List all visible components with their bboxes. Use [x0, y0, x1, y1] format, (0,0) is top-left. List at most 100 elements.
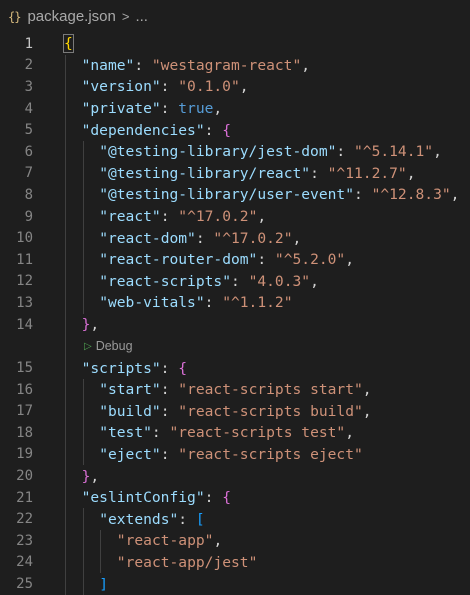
code-line[interactable]: 20},	[0, 465, 470, 487]
json-string: "4.0.3"	[248, 272, 311, 290]
line-number: 12	[16, 273, 33, 290]
code-line[interactable]: 24 "react-app/jest"	[0, 551, 470, 574]
debug-codelens[interactable]: ▷ Debug	[84, 339, 133, 353]
code-line[interactable]: 7 "@testing-library/react": "^11.2.7",	[0, 162, 470, 185]
indent-guide	[65, 140, 66, 163]
code-text: "version": "0.1.0",	[82, 78, 249, 95]
indent-guide	[65, 76, 66, 98]
code-text: "name": "westagram-react",	[82, 57, 310, 74]
punctuation: :	[151, 424, 170, 442]
code-line[interactable]: 19 "eject": "react-scripts eject"	[0, 443, 470, 466]
code-line[interactable]: 18 "test": "react-scripts test",	[0, 422, 470, 444]
punctuation: ,	[257, 208, 267, 226]
json-boolean: true	[178, 100, 214, 118]
line-number: 14	[16, 316, 33, 333]
code-line[interactable]: 25]	[0, 573, 470, 595]
code-line[interactable]: 4 "private": true,	[0, 97, 470, 120]
code-text: },	[82, 316, 100, 333]
indent-guide	[82, 227, 84, 249]
punctuation: ,	[301, 56, 311, 74]
json-key: "eslintConfig"	[81, 489, 205, 507]
code-line[interactable]: 17 "build": "react-scripts build",	[0, 400, 470, 423]
code-line[interactable]: 1{	[0, 33, 470, 55]
code-line[interactable]: 5 "dependencies": {	[0, 119, 470, 141]
json-string: "^11.2.7"	[327, 164, 407, 182]
indent-guide	[100, 551, 102, 574]
indent-guide	[82, 292, 84, 314]
line-number: 1	[24, 35, 33, 52]
code-line[interactable]: 8 "@testing-library/user-event": "^12.8.3…	[0, 184, 470, 206]
indent-guide	[65, 530, 66, 552]
punctuation: :	[204, 121, 223, 139]
json-string: "^1.1.2"	[222, 294, 293, 312]
line-number: 24	[16, 554, 33, 571]
code-line[interactable]: 10 "react-dom": "^17.0.2",	[0, 227, 470, 249]
line-number: 4	[24, 100, 33, 117]
indent-guide	[65, 443, 66, 466]
indent-guide	[82, 508, 84, 531]
code-editor[interactable]: 1{2 "name": "westagram-react", 3 "version":…	[0, 33, 470, 595]
indent-guide	[65, 119, 66, 141]
json-string: "westagram-react"	[151, 56, 302, 74]
code-line[interactable]: 13 "web-vitals": "^1.1.2"	[0, 292, 470, 314]
indent-guide	[65, 248, 66, 271]
json-file-icon: {}	[8, 9, 21, 24]
punctuation: :	[134, 56, 152, 74]
punctuation: :	[178, 510, 196, 528]
line-number: 7	[24, 165, 33, 182]
code-line[interactable]: 14},	[0, 313, 470, 336]
punctuation: ,	[90, 316, 100, 334]
code-line[interactable]: 12 "react-scripts": "4.0.3",	[0, 270, 470, 293]
line-number: 20	[16, 468, 33, 485]
bracket: {	[222, 121, 231, 139]
json-key: "extends"	[99, 510, 179, 528]
indent-guide	[82, 205, 84, 228]
code-line[interactable]: 9 "react": "^17.0.2",	[0, 205, 470, 228]
code-text: },	[82, 468, 100, 485]
indent-guide	[82, 378, 84, 401]
bracket: {	[63, 34, 74, 54]
line-number: 8	[24, 186, 33, 203]
code-text: "test": "react-scripts test",	[99, 424, 354, 441]
punctuation: :	[204, 294, 223, 312]
punctuation: ,	[310, 272, 319, 290]
code-line[interactable]: 2 "name": "westagram-react",	[0, 54, 470, 77]
indent-guide	[65, 465, 66, 487]
indent-guide	[82, 248, 84, 271]
debug-label[interactable]: Debug	[96, 339, 133, 353]
code-line[interactable]: 6 "@testing-library/jest-dom": "^5.14.1",	[0, 140, 470, 163]
indent-guide	[65, 227, 66, 249]
bracket: [	[195, 510, 205, 528]
json-key: "dependencies"	[81, 121, 205, 139]
code-line[interactable]: 22 "extends": [	[0, 508, 470, 531]
line-number: 23	[16, 532, 33, 549]
line-number: 11	[16, 251, 33, 268]
punctuation: :	[257, 251, 275, 269]
code-line[interactable]: 3 "version": "0.1.0",	[0, 76, 470, 98]
breadcrumb: {} package.json > ...	[0, 0, 470, 33]
line-number: 17	[16, 403, 33, 420]
indent-guide	[65, 400, 66, 423]
code-line[interactable]: 23 "react-app",	[0, 530, 470, 552]
code-text: "react-app",	[117, 532, 222, 549]
code-text: ]	[99, 576, 108, 593]
indent-guide	[65, 378, 66, 401]
bracket: ]	[99, 575, 108, 593]
punctuation: :	[160, 78, 179, 96]
breadcrumb-file[interactable]: package.json	[27, 8, 115, 25]
bracket: {	[178, 359, 188, 377]
code-text: "dependencies": {	[82, 122, 231, 139]
code-line[interactable]: 11 "react-router-dom": "^5.2.0",	[0, 248, 470, 271]
code-text: "react-scripts": "4.0.3",	[99, 273, 319, 290]
punctuation: :	[230, 272, 249, 290]
code-line[interactable]: 15 "scripts": {	[0, 357, 470, 379]
line-number: 3	[24, 78, 33, 95]
indent-guide	[82, 573, 84, 595]
code-text: "@testing-library/user-event": "^12.8.3"…	[99, 186, 459, 203]
code-line[interactable]: 16 "start": "react-scripts start",	[0, 378, 470, 401]
line-number: 25	[16, 576, 33, 593]
indent-guide	[100, 530, 102, 552]
code-line[interactable]: 21 "eslintConfig": {	[0, 486, 470, 509]
breadcrumb-symbols[interactable]: ...	[135, 8, 148, 25]
line-number: 18	[16, 424, 33, 441]
